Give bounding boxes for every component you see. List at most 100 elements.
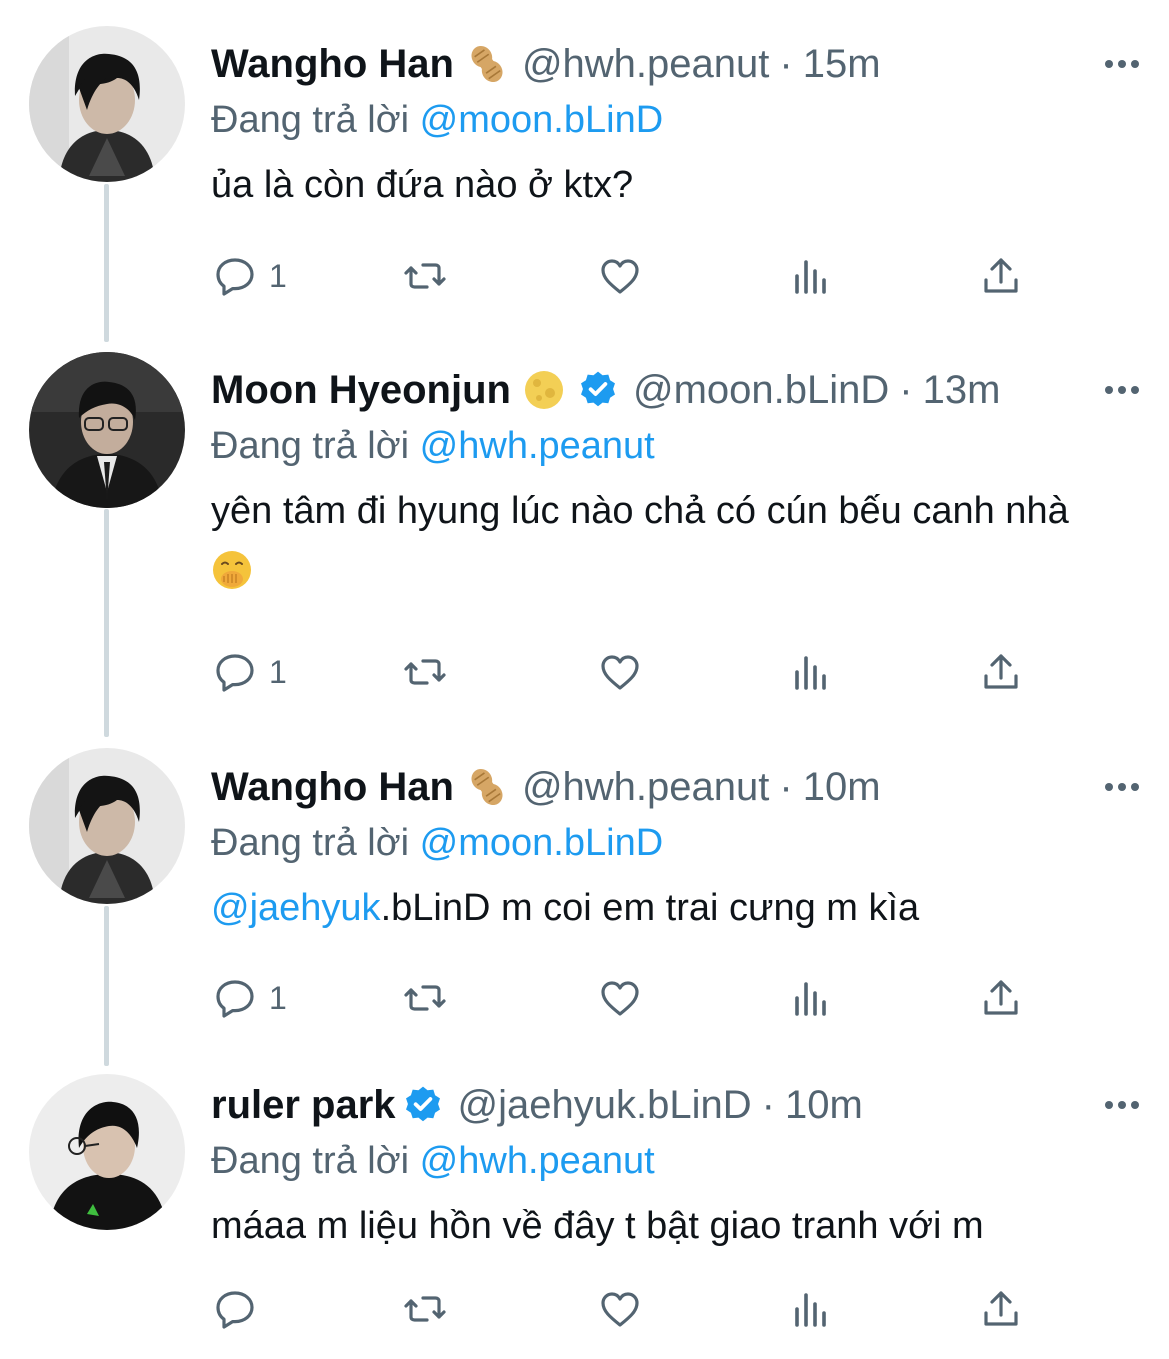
views-button[interactable] bbox=[787, 968, 835, 1028]
tweet-body: ủa là còn đứa nào ở ktx? bbox=[211, 164, 634, 206]
full-moon-emoji bbox=[523, 369, 565, 411]
like-button[interactable] bbox=[596, 1279, 644, 1339]
timestamp[interactable]: 13m bbox=[923, 361, 1001, 419]
retweet-icon bbox=[401, 648, 449, 696]
retweet-icon bbox=[401, 974, 449, 1022]
user-handle[interactable]: @jaehyuk.bLinD bbox=[458, 1076, 752, 1134]
user-handle[interactable]: @hwh.peanut bbox=[522, 758, 769, 816]
display-name[interactable]: ruler park bbox=[211, 1076, 396, 1134]
views-icon bbox=[787, 648, 835, 696]
retweet-button[interactable] bbox=[401, 642, 449, 702]
tweet-text: @jaehyuk.bLinD m coi em trai cưng m kìa bbox=[211, 878, 1139, 938]
peanut-emoji bbox=[466, 43, 508, 85]
reply-prefix: Đang trả lời bbox=[211, 822, 410, 864]
separator-dot: · bbox=[761, 1083, 775, 1127]
reply-button[interactable]: 1 bbox=[211, 246, 287, 306]
tweet-header: Wangho Han @hwh.peanut · 10m bbox=[211, 758, 1139, 816]
replying-to: Đang trả lời @hwh.peanut bbox=[211, 419, 1139, 473]
views-button[interactable] bbox=[787, 246, 835, 306]
avatar[interactable] bbox=[29, 748, 185, 904]
avatar[interactable] bbox=[29, 352, 185, 508]
tweet-text: yên tâm đi hyung lúc nào chả có cún bếu … bbox=[211, 481, 1139, 601]
separator-dot: · bbox=[899, 368, 913, 412]
reply-button[interactable] bbox=[211, 1279, 269, 1339]
reply-count: 1 bbox=[269, 653, 287, 690]
retweet-button[interactable] bbox=[401, 968, 449, 1028]
like-icon bbox=[596, 252, 644, 300]
more-icon[interactable] bbox=[1105, 361, 1139, 419]
peanut-emoji bbox=[466, 766, 508, 808]
like-button[interactable] bbox=[596, 968, 644, 1028]
action-bar: 1 bbox=[211, 642, 1041, 702]
user-handle[interactable]: @moon.bLinD bbox=[633, 361, 889, 419]
reply-count: 1 bbox=[269, 979, 287, 1016]
replying-to: Đang trả lời @moon.bLinD bbox=[211, 816, 1139, 870]
replying-to: Đang trả lời @moon.bLinD bbox=[211, 93, 1139, 147]
reply-to-mention[interactable]: @hwh.peanut bbox=[420, 1140, 655, 1182]
reply-icon bbox=[211, 974, 259, 1022]
tweet-body: .bLinD m coi em trai cưng m kìa bbox=[380, 887, 920, 929]
views-button[interactable] bbox=[787, 642, 835, 702]
reply-count: 1 bbox=[269, 257, 287, 294]
reply-button[interactable]: 1 bbox=[211, 642, 287, 702]
share-button[interactable] bbox=[977, 1279, 1025, 1339]
more-icon[interactable] bbox=[1105, 758, 1139, 816]
tweet[interactable]: Wangho Han @hwh.peanut · 15m Đang trả lờ… bbox=[0, 0, 1169, 330]
tweet[interactable]: ruler park @jaehyuk.bLinD · 10m Đang trả… bbox=[0, 1055, 1169, 1359]
action-bar: 1 bbox=[211, 246, 1041, 306]
reply-icon bbox=[211, 252, 259, 300]
views-icon bbox=[787, 1285, 835, 1333]
avatar[interactable] bbox=[29, 26, 185, 182]
reply-icon bbox=[211, 1285, 259, 1333]
share-icon bbox=[977, 252, 1025, 300]
retweet-button[interactable] bbox=[401, 1279, 449, 1339]
reply-button[interactable]: 1 bbox=[211, 968, 287, 1028]
user-handle[interactable]: @hwh.peanut bbox=[522, 35, 769, 93]
tweet[interactable]: Wangho Han @hwh.peanut · 10m Đang trả lờ… bbox=[0, 725, 1169, 1055]
tweet-body: máaa m liệu hồn về đây t bật giao tranh … bbox=[211, 1205, 984, 1247]
action-bar bbox=[211, 1279, 1041, 1339]
more-icon[interactable] bbox=[1105, 1076, 1139, 1134]
reply-to-mention[interactable]: @moon.bLinD bbox=[420, 822, 663, 864]
hand-over-mouth-emoji bbox=[211, 549, 253, 591]
share-icon bbox=[977, 974, 1025, 1022]
timestamp[interactable]: 15m bbox=[803, 35, 881, 93]
views-button[interactable] bbox=[787, 1279, 835, 1339]
retweet-button[interactable] bbox=[401, 246, 449, 306]
views-icon bbox=[787, 974, 835, 1022]
verified-badge-icon bbox=[577, 369, 619, 411]
tweet[interactable]: Moon Hyeonjun @moon.bLinD · 13m Đang trả… bbox=[0, 330, 1169, 725]
display-name[interactable]: Moon Hyeonjun bbox=[211, 361, 511, 419]
tweet-text: máaa m liệu hồn về đây t bật giao tranh … bbox=[211, 1196, 1139, 1256]
reply-prefix: Đang trả lời bbox=[211, 1140, 410, 1182]
verified-badge-icon bbox=[402, 1084, 444, 1126]
timestamp[interactable]: 10m bbox=[785, 1076, 863, 1134]
separator-dot: · bbox=[779, 42, 793, 86]
like-icon bbox=[596, 1285, 644, 1333]
timestamp[interactable]: 10m bbox=[803, 758, 881, 816]
tweet-header: Wangho Han @hwh.peanut · 15m bbox=[211, 35, 1139, 93]
retweet-icon bbox=[401, 252, 449, 300]
reply-to-mention[interactable]: @moon.bLinD bbox=[420, 99, 663, 141]
more-icon[interactable] bbox=[1105, 35, 1139, 93]
tweet-text: ủa là còn đứa nào ở ktx? bbox=[211, 155, 1139, 215]
action-bar: 1 bbox=[211, 968, 1041, 1028]
like-button[interactable] bbox=[596, 246, 644, 306]
share-button[interactable] bbox=[977, 246, 1025, 306]
display-name[interactable]: Wangho Han bbox=[211, 35, 454, 93]
separator-dot: · bbox=[779, 765, 793, 809]
text-mention[interactable]: @jaehyuk bbox=[211, 887, 381, 929]
share-button[interactable] bbox=[977, 968, 1025, 1028]
tweet-header: Moon Hyeonjun @moon.bLinD · 13m bbox=[211, 361, 1139, 419]
like-icon bbox=[596, 974, 644, 1022]
share-button[interactable] bbox=[977, 642, 1025, 702]
reply-to-mention[interactable]: @hwh.peanut bbox=[420, 425, 655, 467]
display-name[interactable]: Wangho Han bbox=[211, 758, 454, 816]
tweet-header: ruler park @jaehyuk.bLinD · 10m bbox=[211, 1076, 1139, 1134]
reply-prefix: Đang trả lời bbox=[211, 99, 410, 141]
avatar[interactable] bbox=[29, 1074, 185, 1230]
retweet-icon bbox=[401, 1285, 449, 1333]
like-button[interactable] bbox=[596, 642, 644, 702]
tweet-body: yên tâm đi hyung lúc nào chả có cún bếu … bbox=[211, 490, 1069, 532]
replying-to: Đang trả lời @hwh.peanut bbox=[211, 1134, 1139, 1188]
